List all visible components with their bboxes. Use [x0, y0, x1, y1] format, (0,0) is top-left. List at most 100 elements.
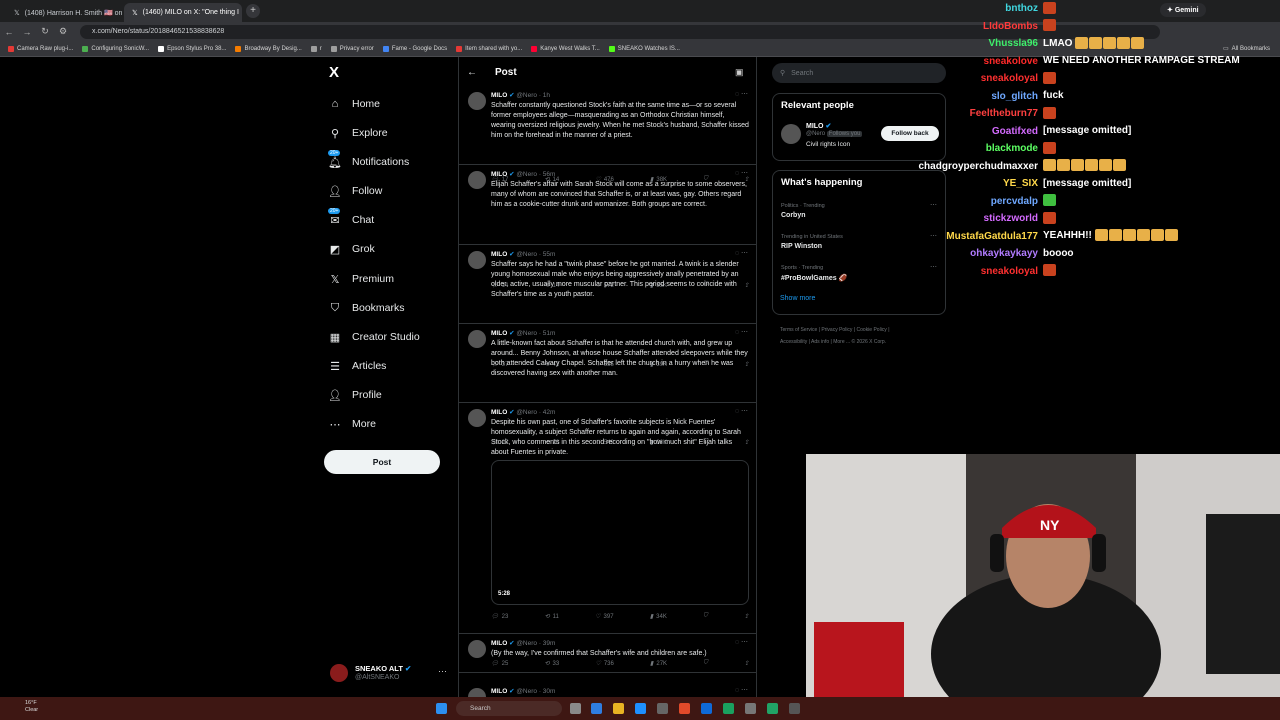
avatar[interactable] — [468, 171, 486, 189]
reply-button[interactable]: 💬︎ 25 — [491, 660, 508, 668]
bookmark-item[interactable]: Camera Raw plug-i... — [8, 45, 73, 52]
account-switcher[interactable]: SNEAKO ALT ✔ @AltSNEAKO ⋯ — [330, 662, 450, 686]
bookmark-item[interactable]: Fame - Google Docs — [382, 45, 447, 52]
new-tab-button[interactable]: + — [246, 4, 260, 18]
tweet[interactable]: MILO ✔ @Nero · 30m ◌ ⋯ — [459, 683, 756, 697]
bookmark-item[interactable]: Privacy error — [330, 45, 374, 52]
tab-harrison[interactable]: 𝕏 (1408) Harrison H. Smith 🇺🇸 on X ✕ — [6, 3, 122, 22]
taskbar-search[interactable]: Search — [456, 701, 562, 716]
nav-chat[interactable]: ✉ 20+ Chat — [328, 208, 374, 231]
tweet-options[interactable]: ◌ ⋯ — [735, 90, 748, 98]
person-name[interactable]: MILO ✔ — [806, 122, 831, 130]
x-logo[interactable]: X — [329, 64, 345, 81]
forward-icon[interactable]: → — [18, 27, 36, 37]
repost-button[interactable]: ⟲ 33 — [545, 660, 560, 668]
footer-link[interactable]: Accessibility — [780, 339, 807, 345]
bookmark-item[interactable]: Kanye West Walks T... — [531, 45, 600, 52]
chat-username[interactable]: percvdalp — [991, 196, 1038, 207]
chrome-icon[interactable] — [679, 703, 690, 714]
tweet[interactable]: MILO ✔ @Nero · 56m ◌ ⋯ Elijah Schaffer's… — [459, 166, 756, 289]
avatar[interactable] — [468, 409, 486, 427]
avatar[interactable] — [468, 640, 486, 658]
search-input[interactable]: ⚲ Search — [772, 63, 946, 83]
chat-username[interactable]: LIdoBombs — [983, 21, 1038, 32]
chat-username[interactable]: Vhussla96 — [989, 38, 1038, 49]
tweet[interactable]: MILO ✔ @Nero · 55m ◌ ⋯ Schaffer says he … — [459, 246, 756, 368]
chat-username[interactable]: slo_glitch — [991, 91, 1038, 102]
chat-username[interactable]: YE_SIX — [1003, 178, 1038, 189]
avatar[interactable] — [468, 688, 486, 697]
nav-premium[interactable]: 𝕏 Premium — [328, 268, 394, 290]
share-button[interactable]: ⇪ — [744, 613, 749, 620]
windows-start-icon[interactable] — [436, 703, 447, 714]
nav-explore[interactable]: ⚲ Explore — [328, 122, 388, 144]
reply-button[interactable]: 💬︎ 23 — [491, 613, 508, 621]
weather-widget[interactable]: 16°F Clear — [25, 700, 38, 714]
tweet-options[interactable]: ◌ ⋯ — [735, 328, 748, 336]
bookmark-button[interactable]: ⛉ — [703, 660, 708, 667]
chat-username[interactable]: MustafaGatdula177 — [946, 231, 1038, 242]
chat-username[interactable]: sneakolove — [984, 56, 1038, 67]
app-icon[interactable] — [635, 703, 646, 714]
chat-username[interactable]: ohkaykaykayy — [970, 248, 1038, 259]
views-button[interactable]: ▮ 27K — [650, 660, 667, 668]
bookmark-item[interactable]: Broadway By Desig... — [235, 45, 302, 52]
reader-icon[interactable]: ▣ — [735, 67, 744, 78]
more-icon[interactable]: ⋯ — [930, 201, 937, 209]
reload-icon[interactable]: ↻ — [36, 26, 54, 37]
nav-grok[interactable]: ◩ Grok — [328, 238, 375, 260]
tweet[interactable]: MILO ✔ @Nero · 42m ◌ ⋯ Despite his own p… — [459, 404, 756, 634]
footer-link[interactable]: Ads info — [811, 339, 829, 345]
chat-username[interactable]: stickzworld — [984, 213, 1038, 224]
share-button[interactable]: ⇪ — [744, 660, 749, 667]
more-icon[interactable]: ⋯ — [930, 263, 937, 271]
footer-link[interactable]: Privacy Policy — [821, 327, 852, 333]
avatar[interactable] — [468, 251, 486, 269]
like-button[interactable]: ♡ 736 — [595, 660, 613, 668]
tweet-options[interactable]: ◌ ⋯ — [735, 169, 748, 177]
show-more-link[interactable]: Show more — [780, 295, 815, 302]
trend-item[interactable]: Corbyn — [781, 212, 806, 219]
bookmark-button[interactable]: ⛉ — [703, 613, 708, 620]
tweet[interactable]: MILO ✔ @Nero · 51m ◌ ⋯ A little-known fa… — [459, 325, 756, 446]
tweet[interactable]: MILO ✔ @Nero · 39m ◌ ⋯ (By the way, I've… — [459, 635, 756, 673]
chat-username[interactable]: blackmode — [986, 143, 1038, 154]
bookmark-item[interactable]: Epson Stylus Pro 38... — [158, 45, 226, 52]
tweet-options[interactable]: ◌ ⋯ — [735, 686, 748, 694]
tweet[interactable]: MILO ✔ @Nero · 1h ◌ ⋯ Schaffer constantl… — [459, 87, 756, 183]
more-icon[interactable]: ⋯ — [930, 232, 937, 240]
more-icon[interactable]: ⋯ — [438, 666, 447, 677]
nav-notifications[interactable]: 🔔︎ 20+ Notifications — [328, 150, 409, 173]
app-icon[interactable] — [657, 703, 668, 714]
chat-username[interactable]: sneakoloyal — [981, 266, 1038, 277]
follow-back-button[interactable]: Follow back — [881, 126, 939, 141]
tweet-options[interactable]: ◌ ⋯ — [735, 407, 748, 415]
like-button[interactable]: ♡ 397 — [595, 613, 613, 621]
edge-icon[interactable] — [591, 703, 602, 714]
app-icon[interactable] — [745, 703, 756, 714]
tweet-options[interactable]: ◌ ⋯ — [735, 249, 748, 257]
nav-creator-studio[interactable]: ▦ Creator Studio — [328, 326, 420, 348]
footer-link[interactable]: Terms of Service — [780, 327, 817, 333]
bookmark-item[interactable]: SNEAKO Watches IS... — [608, 45, 680, 52]
footer-link[interactable]: Cookie Policy — [857, 327, 887, 333]
chat-username[interactable]: Goatifxed — [992, 126, 1038, 137]
views-button[interactable]: ▮ 34K — [650, 613, 667, 621]
nav-articles[interactable]: ☰ Articles — [328, 355, 386, 377]
chat-username[interactable]: bnthoz — [1005, 3, 1038, 14]
app-icon[interactable] — [701, 703, 712, 714]
chat-username[interactable]: chadgroyperchudmaxxer — [919, 161, 1039, 172]
chat-username[interactable]: Feeltheburn77 — [970, 108, 1038, 119]
bookmark-item[interactable]: r — [310, 45, 322, 52]
tab-milo[interactable]: 𝕏 (1460) MILO on X: "One thing I ✕ — [124, 3, 242, 22]
avatar[interactable] — [468, 92, 486, 110]
tweet-options[interactable]: ◌ ⋯ — [735, 638, 748, 646]
post-button[interactable]: Post — [324, 450, 440, 474]
nav-home[interactable]: ⌂ Home — [328, 93, 380, 115]
task-view-icon[interactable] — [570, 703, 581, 714]
file-explorer-icon[interactable] — [613, 703, 624, 714]
avatar[interactable] — [468, 330, 486, 348]
footer-link[interactable]: More ... — [833, 339, 850, 345]
back-icon[interactable]: ← — [0, 27, 18, 37]
bookmark-item[interactable]: Configuring SonicW... — [82, 45, 149, 52]
